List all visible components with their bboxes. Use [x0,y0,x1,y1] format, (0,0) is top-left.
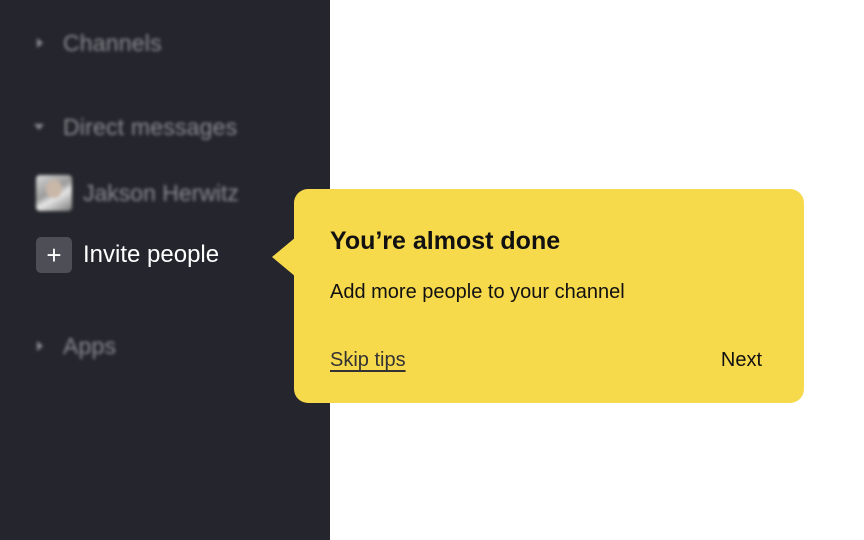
sidebar-item-dm[interactable]: Jakson Herwitz [36,175,239,211]
tooltip-arrow [272,237,296,277]
sidebar-item-label: Invite people [83,241,220,268]
sidebar-section-apps[interactable]: Apps [0,329,116,363]
onboarding-tooltip: You’re almost done Add more people to yo… [272,189,804,403]
sidebar-section-direct-messages[interactable]: Direct messages [0,110,237,144]
caret-right-icon [30,33,50,53]
tooltip-body: Add more people to your channel [330,281,625,303]
caret-down-icon [30,117,50,137]
sidebar-section-label: Channels [63,29,162,56]
avatar [36,175,72,211]
caret-right-icon [30,336,50,356]
plus-icon: + [36,237,72,273]
sidebar-item-label: Jakson Herwitz [83,179,239,206]
next-button[interactable]: Next [721,349,762,372]
sidebar-section-label: Apps [63,332,117,359]
sidebar-section-label: Direct messages [63,113,238,140]
sidebar-section-channels[interactable]: Channels [0,26,162,60]
sidebar-item-invite-people[interactable]: + Invite people [36,237,219,273]
tooltip-title: You’re almost done [330,227,561,255]
skip-tips-link[interactable]: Skip tips [330,349,406,372]
